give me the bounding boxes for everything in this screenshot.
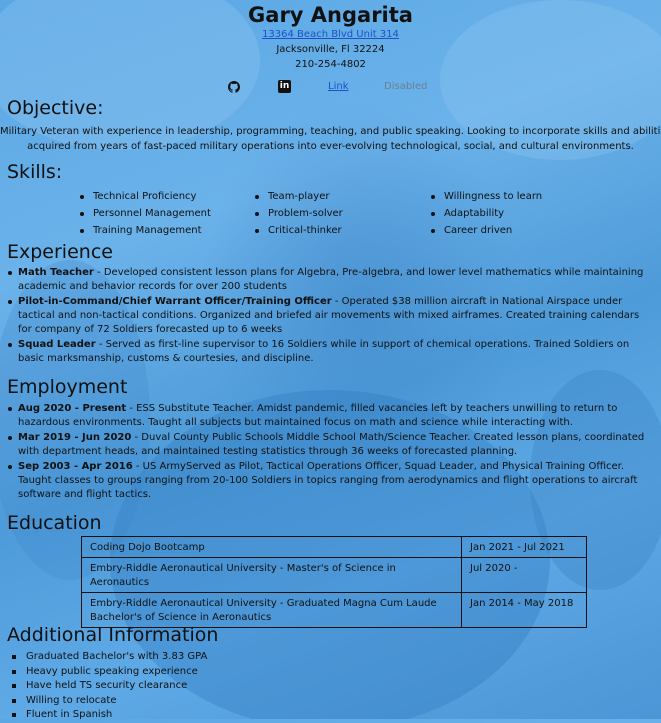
objective-text: Military Veteran with experience in lead… — [0, 124, 661, 154]
additional-info-list: Graduated Bachelor's with 3.83 GPA Heavy… — [12, 650, 207, 723]
skill-item: Training Management — [80, 222, 211, 239]
employment-item: Mar 2019 - Jun 2020 - Duval County Publi… — [0, 431, 654, 459]
education-dates: Jan 2014 - May 2018 — [461, 592, 587, 628]
experience-item: Pilot-in-Command/Chief Warrant Officer/T… — [0, 295, 654, 337]
phone-number: 210-254-4802 — [295, 59, 366, 70]
education-school: Embry-Riddle Aeronautical University - G… — [81, 592, 462, 628]
education-school: Coding Dojo Bootcamp — [81, 536, 462, 558]
experience-heading: Experience — [7, 241, 113, 263]
experience-role: Squad Leader — [18, 339, 96, 350]
resume-page: Gary Angarita 13364 Beach Blvd Unit 314 … — [0, 0, 661, 720]
experience-role: Pilot-in-Command/Chief Warrant Officer/T… — [18, 296, 332, 307]
skills-column-2: Team-player Problem-solver Critical-thin… — [255, 188, 343, 239]
skill-item: Willingness to learn — [431, 188, 542, 205]
additional-info-item: Willing to relocate — [12, 694, 207, 709]
city-state-zip: Jacksonville, Fl 32224 — [276, 44, 385, 55]
objective-heading: Objective: — [7, 97, 104, 119]
skill-item: Career driven — [431, 222, 542, 239]
table-row: Embry-Riddle Aeronautical University - M… — [81, 557, 587, 593]
education-dates: Jan 2021 - Jul 2021 — [461, 536, 587, 558]
github-icon[interactable] — [228, 81, 240, 93]
additional-info-item: Have held TS security clearance — [12, 679, 207, 694]
skills-column-3: Willingness to learn Adaptability Career… — [431, 188, 542, 239]
disabled-nav: Disabled — [384, 81, 428, 92]
experience-item: Math Teacher - Developed consistent less… — [0, 266, 654, 294]
skills-heading: Skills: — [7, 161, 63, 183]
employment-heading: Employment — [7, 376, 128, 398]
employment-list: Aug 2020 - Present - ESS Substitute Teac… — [0, 402, 654, 503]
skill-item: Personnel Management — [80, 205, 211, 222]
linkedin-icon[interactable]: in — [278, 80, 291, 93]
address-link[interactable]: 13364 Beach Blvd Unit 314 — [0, 28, 661, 42]
additional-info-item: Heavy public speaking experience — [12, 665, 207, 680]
experience-role: Math Teacher — [18, 267, 94, 278]
employment-item: Aug 2020 - Present - ESS Substitute Teac… — [0, 402, 654, 430]
employment-dates: Aug 2020 - Present — [18, 403, 127, 414]
profile-links: in Link Disabled — [0, 80, 661, 96]
experience-list: Math Teacher - Developed consistent less… — [0, 266, 654, 367]
objective-line-1: Military Veteran with experience in lead… — [0, 126, 661, 137]
experience-description: - Developed consistent lesson plans for … — [18, 267, 644, 292]
skill-item: Critical-thinker — [255, 222, 343, 239]
additional-info-item: Graduated Bachelor's with 3.83 GPA — [12, 650, 207, 665]
skills-column-1: Technical Proficiency Personnel Manageme… — [80, 188, 211, 239]
skill-item: Technical Proficiency — [80, 188, 211, 205]
education-dates: Jul 2020 - — [461, 557, 587, 593]
experience-item: Squad Leader - Served as first-line supe… — [0, 338, 654, 366]
objective-line-2: acquired from years of fast-paced milita… — [27, 141, 634, 152]
experience-description: - Served as first-line supervisor to 16 … — [18, 339, 630, 364]
candidate-name: Gary Angarita — [248, 3, 413, 27]
skills-list: Technical Proficiency Personnel Manageme… — [0, 188, 661, 242]
employment-item: Sep 2003 - Apr 2016 - US ArmyServed as P… — [0, 460, 654, 502]
employment-dates: Mar 2019 - Jun 2020 — [18, 432, 132, 443]
additional-info-heading: Additional Information — [7, 624, 219, 646]
skill-item: Adaptability — [431, 205, 542, 222]
resume-header: Gary Angarita 13364 Beach Blvd Unit 314 … — [0, 2, 661, 72]
table-row: Embry-Riddle Aeronautical University - G… — [81, 592, 587, 628]
skill-item: Problem-solver — [255, 205, 343, 222]
employment-dates: Sep 2003 - Apr 2016 — [18, 461, 133, 472]
education-table: Coding Dojo Bootcamp Jan 2021 - Jul 2021… — [81, 536, 587, 628]
additional-info-item: Fluent in Spanish — [12, 708, 207, 723]
education-school: Embry-Riddle Aeronautical University - M… — [81, 557, 462, 593]
education-heading: Education — [7, 512, 102, 534]
skill-item: Team-player — [255, 188, 343, 205]
table-row: Coding Dojo Bootcamp Jan 2021 - Jul 2021 — [81, 536, 587, 558]
link-nav[interactable]: Link — [328, 81, 348, 92]
